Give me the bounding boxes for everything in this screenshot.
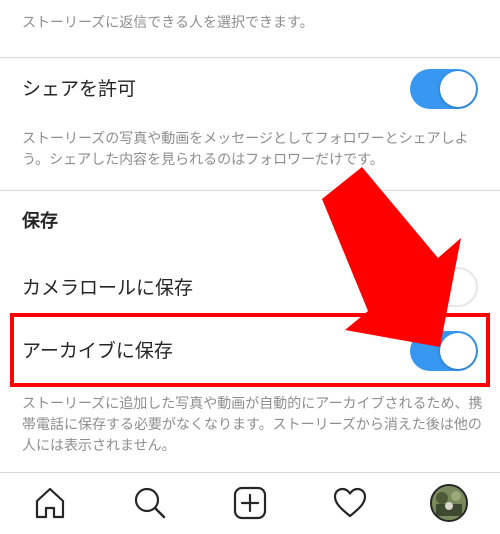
home-icon[interactable] xyxy=(30,483,70,523)
toggle-knob xyxy=(440,71,476,107)
profile-avatar[interactable] xyxy=(430,484,468,522)
archive-setting-description: ストーリーズに追加した写真や動画が自動的にアーカイブされるため、携帯電話に保存す… xyxy=(22,396,483,454)
camera-roll-setting-label: カメラロールに保存 xyxy=(22,277,194,299)
save-section-heading: 保存 xyxy=(22,211,58,232)
bottom-navigation-bar xyxy=(0,472,500,534)
toggle-knob xyxy=(412,269,448,305)
heart-icon[interactable] xyxy=(330,483,370,523)
highlight-box xyxy=(10,313,490,387)
share-setting-description: ストーリーズの写真や動画をメッセージとしてフォロワーとシェアしよう。シェアした内… xyxy=(22,131,469,168)
search-icon[interactable] xyxy=(130,483,170,523)
reply-settings-description: ストーリーズに返信できる人を選択できます。 xyxy=(22,15,314,31)
divider xyxy=(0,190,500,191)
divider xyxy=(0,57,500,58)
share-toggle[interactable] xyxy=(410,69,478,109)
share-setting-label: シェアを許可 xyxy=(22,78,137,100)
new-post-icon[interactable] xyxy=(230,483,270,523)
camera-roll-toggle[interactable] xyxy=(410,267,478,307)
